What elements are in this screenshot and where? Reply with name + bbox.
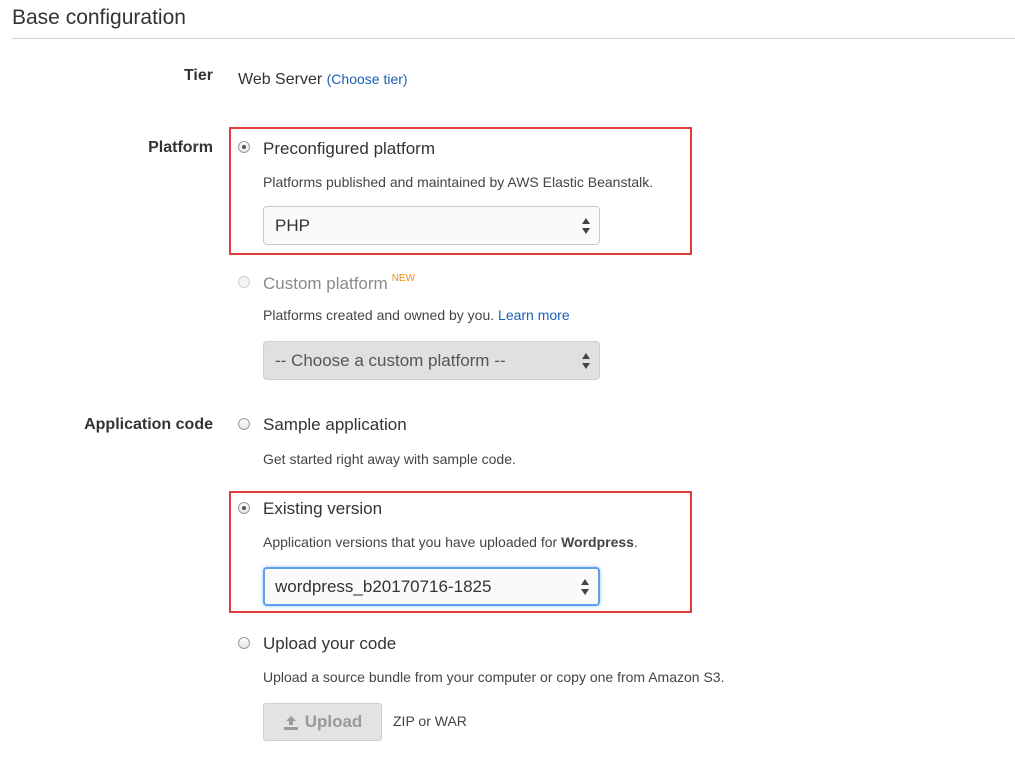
- custom-platform-radio[interactable]: [238, 276, 250, 288]
- learn-more-link[interactable]: Learn more: [498, 307, 570, 323]
- select-arrows-icon: [581, 579, 591, 595]
- existing-version-select[interactable]: wordpress_b20170716-1825: [263, 567, 600, 606]
- platform-select-value: PHP: [275, 216, 310, 235]
- existing-version-radio[interactable]: [238, 502, 250, 514]
- upload-button-label: Upload: [304, 712, 363, 731]
- section-divider: [12, 38, 1015, 39]
- application-code-label: Application code: [84, 416, 213, 433]
- existing-version-description-prefix: Application versions that you have uploa…: [263, 534, 562, 550]
- custom-platform-title: Custom platform: [263, 274, 388, 293]
- preconfigured-platform-title: Preconfigured platform: [263, 139, 435, 158]
- upload-hint: ZIP or WAR: [393, 713, 467, 729]
- upload-icon: [283, 715, 299, 730]
- existing-version-select-value: wordpress_b20170716-1825: [275, 577, 492, 596]
- sample-application-radio[interactable]: [238, 418, 250, 430]
- custom-platform-description: Platforms created and owned by you.: [263, 307, 495, 323]
- upload-button[interactable]: Upload: [263, 703, 382, 741]
- sample-application-title: Sample application: [263, 415, 407, 434]
- custom-platform-select[interactable]: -- Choose a custom platform --: [263, 341, 600, 380]
- custom-platform-select-value: -- Choose a custom platform --: [275, 351, 506, 370]
- existing-version-description-suffix: .: [633, 534, 638, 550]
- existing-version-description: Application versions that you have uploa…: [263, 534, 638, 550]
- preconfigured-platform-radio[interactable]: [238, 141, 250, 153]
- section-title: Base configuration: [12, 6, 186, 29]
- upload-code-description: Upload a source bundle from your compute…: [263, 669, 725, 685]
- choose-tier-link[interactable]: (Choose tier): [327, 71, 408, 87]
- tier-value: Web Server: [238, 71, 323, 88]
- custom-platform-title-row: Custom platform NEW: [263, 273, 415, 294]
- tier-value-row: Web Server (Choose tier): [238, 71, 408, 89]
- existing-version-app-name: Wordpress: [561, 534, 634, 550]
- platform-select[interactable]: PHP: [263, 206, 600, 245]
- sample-application-description: Get started right away with sample code.: [263, 451, 516, 467]
- new-badge: NEW: [391, 273, 416, 284]
- platform-label: Platform: [148, 139, 213, 156]
- custom-platform-description-row: Platforms created and owned by you. Lear…: [263, 307, 570, 323]
- upload-code-title: Upload your code: [263, 634, 397, 653]
- select-arrows-icon: [582, 218, 592, 234]
- upload-code-radio[interactable]: [238, 637, 250, 649]
- select-arrows-icon: [582, 353, 592, 369]
- tier-label: Tier: [183, 67, 213, 84]
- preconfigured-platform-description: Platforms published and maintained by AW…: [263, 174, 654, 190]
- existing-version-title: Existing version: [263, 499, 383, 518]
